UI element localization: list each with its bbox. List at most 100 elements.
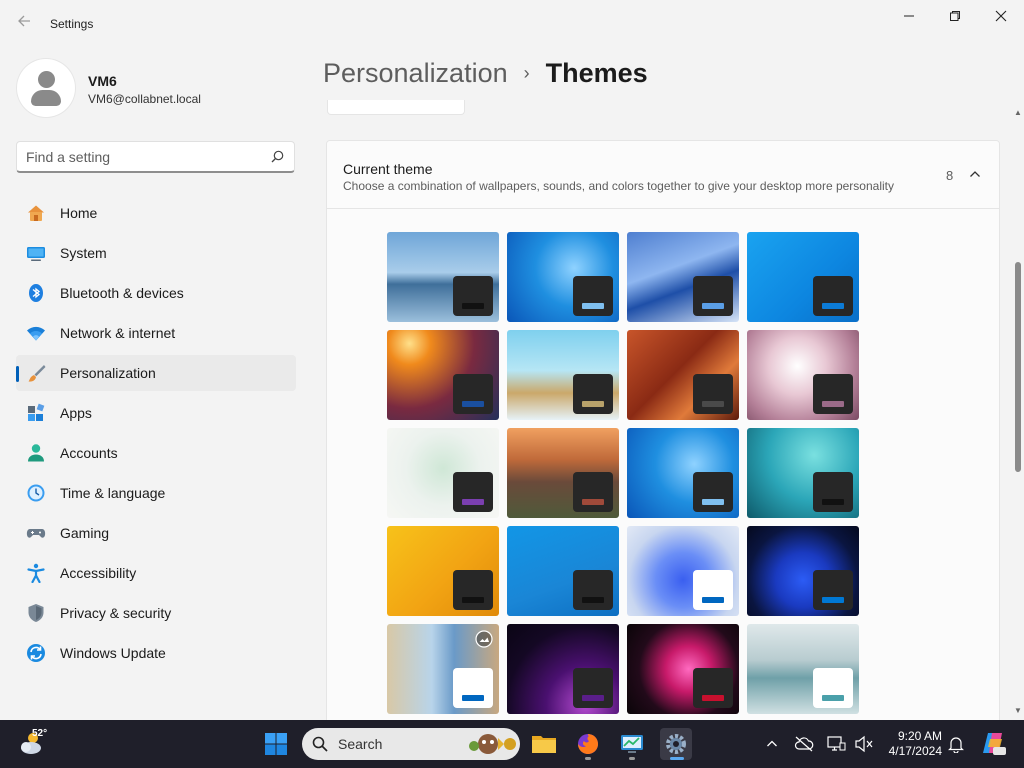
gear-icon xyxy=(666,734,686,754)
current-theme-subtitle: Choose a combination of wallpapers, soun… xyxy=(343,179,894,193)
theme-tile-red-canyon-theme[interactable] xyxy=(627,330,739,420)
sidebar-item-personalization[interactable]: Personalization xyxy=(16,355,296,391)
theme-window-preview xyxy=(453,668,493,708)
theme-accent-bar xyxy=(462,597,484,603)
sidebar-item-accounts[interactable]: Accounts xyxy=(16,435,296,471)
theme-tile-windows-7-blue-theme-2[interactable] xyxy=(627,428,739,518)
avatar[interactable] xyxy=(17,59,75,117)
sidebar-item-label: Home xyxy=(60,205,98,221)
search-input[interactable] xyxy=(26,147,256,167)
sidebar-item-time-language[interactable]: Time & language xyxy=(16,475,296,511)
theme-window-preview xyxy=(453,374,493,414)
taskbar-search-box[interactable]: Search xyxy=(302,728,520,760)
theme-accent-bar xyxy=(822,303,844,309)
theme-tile-windows-11-light-theme[interactable] xyxy=(627,526,739,616)
sidebar-item-accessibility[interactable]: Accessibility xyxy=(16,555,296,591)
sidebar-item-label: Network & internet xyxy=(60,325,176,341)
notification-bell-icon[interactable] xyxy=(944,732,968,756)
theme-accent-bar xyxy=(582,695,604,701)
theme-accent-bar xyxy=(462,695,484,701)
theme-window-preview xyxy=(693,276,733,316)
settings-app[interactable] xyxy=(660,728,692,760)
sidebar-item-bluetooth[interactable]: Bluetooth & devices xyxy=(16,275,296,311)
scroll-down-arrow-icon[interactable]: ▼ xyxy=(1013,706,1023,716)
theme-accent-bar xyxy=(462,401,484,407)
user-email: VM6@collabnet.local xyxy=(88,92,201,106)
volume-muted-icon[interactable] xyxy=(852,732,876,756)
theme-tile-flying-turtle-theme[interactable] xyxy=(507,330,619,420)
sidebar-item-apps[interactable]: Apps xyxy=(16,395,296,431)
remote-desktop-app[interactable] xyxy=(616,728,648,760)
onedrive-offline-icon[interactable] xyxy=(792,732,816,756)
network-icon[interactable] xyxy=(824,732,848,756)
theme-window-preview xyxy=(573,276,613,316)
minimize-button[interactable] xyxy=(886,4,932,28)
breadcrumb-separator: › xyxy=(523,63,530,83)
sidebar-item-home[interactable]: Home xyxy=(16,195,296,231)
page-title: Themes xyxy=(545,58,648,88)
current-theme-header[interactable]: Current theme Choose a combination of wa… xyxy=(327,141,999,209)
search-icon[interactable] xyxy=(271,150,284,163)
sidebar-item-label: Personalization xyxy=(60,365,156,381)
maximize-button[interactable] xyxy=(932,4,978,28)
chevron-up-icon[interactable] xyxy=(760,732,784,756)
theme-tile-flow-lake-theme[interactable] xyxy=(747,624,859,714)
theme-accent-bar xyxy=(822,499,844,505)
start-button[interactable] xyxy=(264,732,288,756)
theme-window-preview xyxy=(453,472,493,512)
theme-tile-dandelion-theme[interactable] xyxy=(747,330,859,420)
avatar-body-shape xyxy=(31,90,61,106)
theme-tile-red-bird-teal-theme[interactable] xyxy=(747,428,859,518)
theme-window-preview xyxy=(573,668,613,708)
find-setting-box[interactable] xyxy=(16,141,295,173)
taskbar-clock[interactable]: 9:20 AM 4/17/2024 xyxy=(876,729,942,759)
close-button[interactable] xyxy=(978,4,1024,28)
theme-tile-airplane-wing-theme[interactable] xyxy=(627,232,739,322)
theme-tile-beach-theme[interactable] xyxy=(387,232,499,322)
theme-tile-blue-cables-theme[interactable] xyxy=(507,526,619,616)
theme-accent-bar xyxy=(702,597,724,603)
clock-time: 9:20 AM xyxy=(897,729,942,743)
theme-accent-bar xyxy=(822,401,844,407)
sidebar-item-gaming[interactable]: Gaming xyxy=(16,515,296,551)
sidebar-item-label: Time & language xyxy=(60,485,166,501)
sidebar-item-privacy[interactable]: Privacy & security xyxy=(16,595,296,631)
sidebar-item-label: System xyxy=(60,245,107,261)
theme-accent-bar xyxy=(462,303,484,309)
theme-tile-watercolor-tree-theme[interactable] xyxy=(387,428,499,518)
apps-icon xyxy=(28,403,45,421)
theme-window-preview xyxy=(453,276,493,316)
sidebar-item-windows-update[interactable]: Windows Update xyxy=(16,635,296,671)
title-bar: Settings xyxy=(0,0,1024,48)
theme-tile-glow-purple-theme[interactable] xyxy=(507,624,619,714)
user-name: VM6 xyxy=(88,73,117,89)
file-explorer-app[interactable] xyxy=(528,728,560,760)
window-title: Settings xyxy=(50,17,94,31)
breadcrumb-parent[interactable]: Personalization xyxy=(323,58,508,89)
sidebar-item-label: Bluetooth & devices xyxy=(60,285,184,301)
scrollbar-thumb[interactable] xyxy=(1015,262,1021,472)
theme-tile-yellow-fold-theme[interactable] xyxy=(387,526,499,616)
theme-accent-bar xyxy=(582,401,604,407)
theme-window-preview xyxy=(693,570,733,610)
theme-tile-sunset-tower-theme[interactable] xyxy=(387,330,499,420)
current-theme-card: Current theme Choose a combination of wa… xyxy=(326,140,1000,740)
theme-tile-windows-11-dark-theme[interactable] xyxy=(747,526,859,616)
back-arrow-icon[interactable] xyxy=(10,12,38,36)
theme-accent-bar xyxy=(582,597,604,603)
sidebar-item-system[interactable]: System xyxy=(16,235,296,271)
theme-tile-captured-motion-theme[interactable] xyxy=(627,624,739,714)
theme-tile-windows-7-blue-theme[interactable] xyxy=(507,232,619,322)
theme-window-preview xyxy=(573,472,613,512)
theme-tile-mountain-dusk-theme[interactable] xyxy=(507,428,619,518)
theme-accent-bar xyxy=(462,499,484,505)
sidebar-item-network[interactable]: Network & internet xyxy=(16,315,296,351)
system-icon xyxy=(27,247,45,261)
theme-tile-spotlight-theme[interactable] xyxy=(387,624,499,714)
firefox-app[interactable] xyxy=(572,728,604,760)
shield-icon xyxy=(28,604,44,622)
scroll-up-arrow-icon[interactable]: ▲ xyxy=(1013,108,1023,118)
theme-tile-bright-blue-theme[interactable] xyxy=(747,232,859,322)
copilot-icon[interactable] xyxy=(980,730,1006,756)
chevron-up-icon[interactable] xyxy=(968,167,982,181)
